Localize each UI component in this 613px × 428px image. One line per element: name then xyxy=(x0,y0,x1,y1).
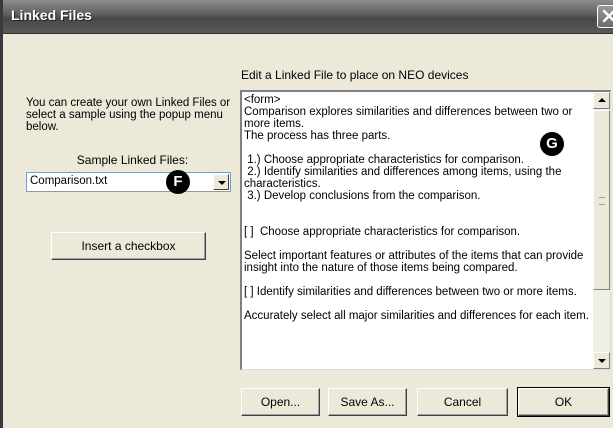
instructions-text: You can create your own Linked Files or … xyxy=(26,97,231,133)
title-bar[interactable]: Linked Files xyxy=(3,0,613,34)
chevron-down-icon[interactable] xyxy=(213,174,229,190)
save-as-button[interactable]: Save As... xyxy=(328,388,407,416)
sample-linked-files-select[interactable]: Comparison.txt xyxy=(26,172,231,192)
close-x-icon xyxy=(602,9,613,23)
sample-select-value: Comparison.txt xyxy=(30,175,108,187)
insert-checkbox-button[interactable]: Insert a checkbox xyxy=(51,232,206,260)
window-title: Linked Files xyxy=(11,7,92,23)
linked-files-dialog: Linked Files You can create your own Lin… xyxy=(0,0,613,428)
callout-f: F xyxy=(166,170,190,194)
sample-linked-files-label: Sample Linked Files: xyxy=(76,153,189,167)
editor-scrollbar[interactable] xyxy=(593,92,610,369)
editor-content[interactable]: <form> Comparison explores similarities … xyxy=(244,94,590,322)
arrow-down-icon[interactable] xyxy=(593,352,610,369)
arrow-up-icon[interactable] xyxy=(593,92,610,109)
callout-g: G xyxy=(540,132,564,156)
editor-label: Edit a Linked File to place on NEO devic… xyxy=(241,68,469,82)
open-button[interactable]: Open... xyxy=(241,388,320,416)
ok-button[interactable]: OK xyxy=(517,387,610,417)
close-button[interactable] xyxy=(597,5,613,28)
scrollbar-thumb[interactable] xyxy=(593,110,610,290)
cancel-button[interactable]: Cancel xyxy=(417,388,508,416)
